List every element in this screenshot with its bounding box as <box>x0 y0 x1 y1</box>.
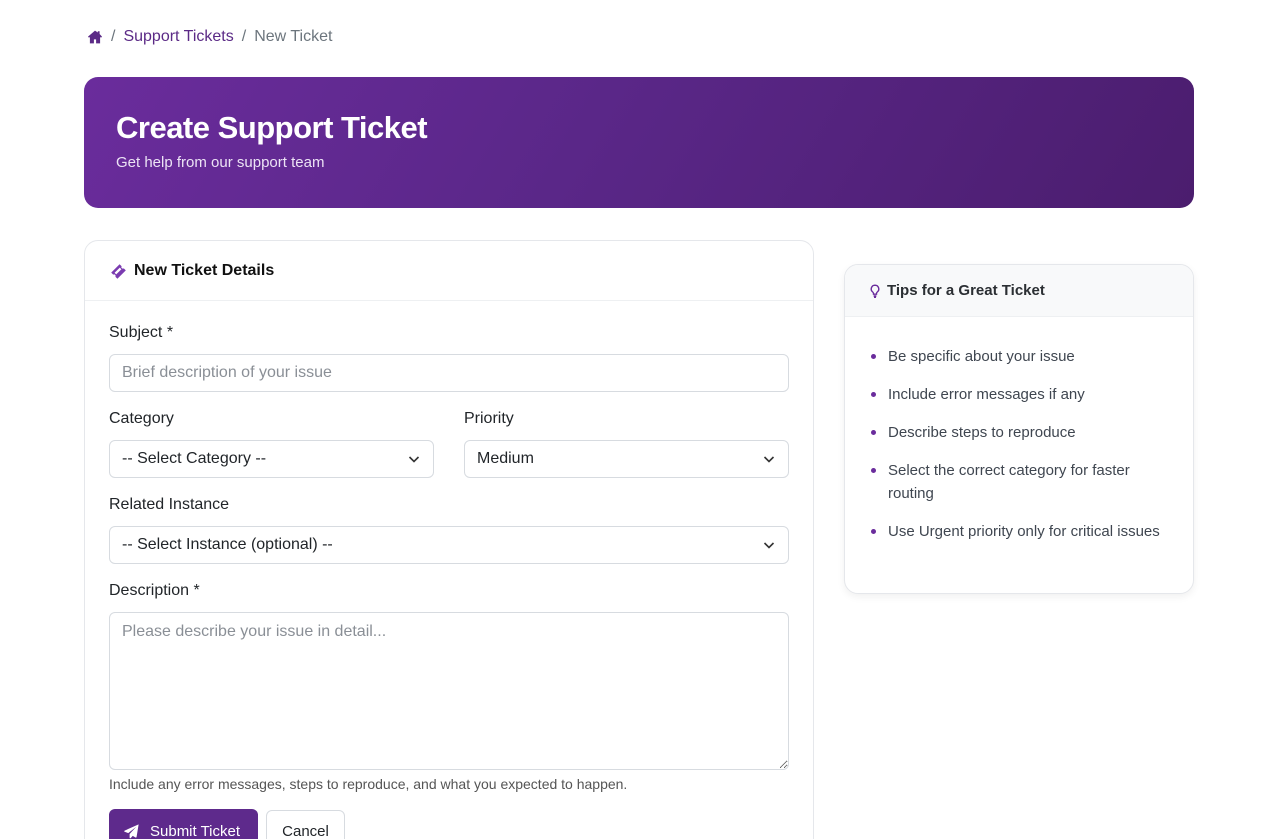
page-subtitle: Get help from our support team <box>116 154 325 171</box>
priority-label: Priority <box>464 410 514 427</box>
breadcrumb: / Support Tickets / New Ticket <box>87 27 332 47</box>
form-card-title: New Ticket Details <box>134 261 275 279</box>
related-instance-label: Related Instance <box>109 496 230 513</box>
category-selected-value: -- Select Category -- <box>122 450 267 467</box>
submit-ticket-button[interactable]: Submit Ticket <box>109 809 258 839</box>
form-card-header: New Ticket Details <box>85 241 813 301</box>
lightbulb-icon <box>869 283 881 298</box>
breadcrumb-separator: / <box>241 28 247 45</box>
page: / Support Tickets / New Ticket Create Su… <box>0 0 1279 839</box>
tips-card: Tips for a Great Ticket Be specific abou… <box>844 264 1194 594</box>
tip-item: Describe steps to reproduce <box>869 421 1169 444</box>
related-instance-select[interactable]: -- Select Instance (optional) -- <box>109 526 789 564</box>
description-label: Description * <box>109 582 200 599</box>
description-textarea[interactable] <box>109 612 789 770</box>
description-help-text: Include any error messages, steps to rep… <box>109 776 628 792</box>
tips-list: Be specific about your issue Include err… <box>845 317 1193 543</box>
submit-ticket-label: Submit Ticket <box>150 822 241 839</box>
tips-card-title: Tips for a Great Ticket <box>887 282 1045 299</box>
category-select[interactable]: -- Select Category -- <box>109 440 434 478</box>
subject-label: Subject * <box>109 324 174 341</box>
new-ticket-form-card: New Ticket Details Subject * Category --… <box>84 240 814 839</box>
chevron-down-icon <box>407 452 421 466</box>
category-label: Category <box>109 410 174 427</box>
tip-item: Use Urgent priority only for critical is… <box>869 520 1169 543</box>
tip-item: Include error messages if any <box>869 383 1169 406</box>
tip-item: Be specific about your issue <box>869 345 1169 368</box>
cancel-button[interactable]: Cancel <box>266 810 345 839</box>
breadcrumb-support-tickets-link[interactable]: Support Tickets <box>123 28 233 46</box>
tips-card-header: Tips for a Great Ticket <box>845 265 1193 317</box>
home-icon[interactable] <box>87 29 103 45</box>
priority-selected-value: Medium <box>477 450 534 467</box>
breadcrumb-separator: / <box>111 28 116 45</box>
page-hero: Create Support Ticket Get help from our … <box>84 77 1194 208</box>
priority-select[interactable]: Medium <box>464 440 789 478</box>
instance-selected-value: -- Select Instance (optional) -- <box>122 536 333 553</box>
page-title: Create Support Ticket <box>116 110 428 145</box>
paper-plane-icon <box>124 823 139 839</box>
ticket-icon <box>110 263 126 279</box>
chevron-down-icon <box>762 452 776 466</box>
breadcrumb-current: New Ticket <box>254 28 333 45</box>
tip-item: Select the correct category for faster r… <box>869 459 1169 505</box>
chevron-down-icon <box>762 538 776 552</box>
subject-input[interactable] <box>109 354 789 392</box>
